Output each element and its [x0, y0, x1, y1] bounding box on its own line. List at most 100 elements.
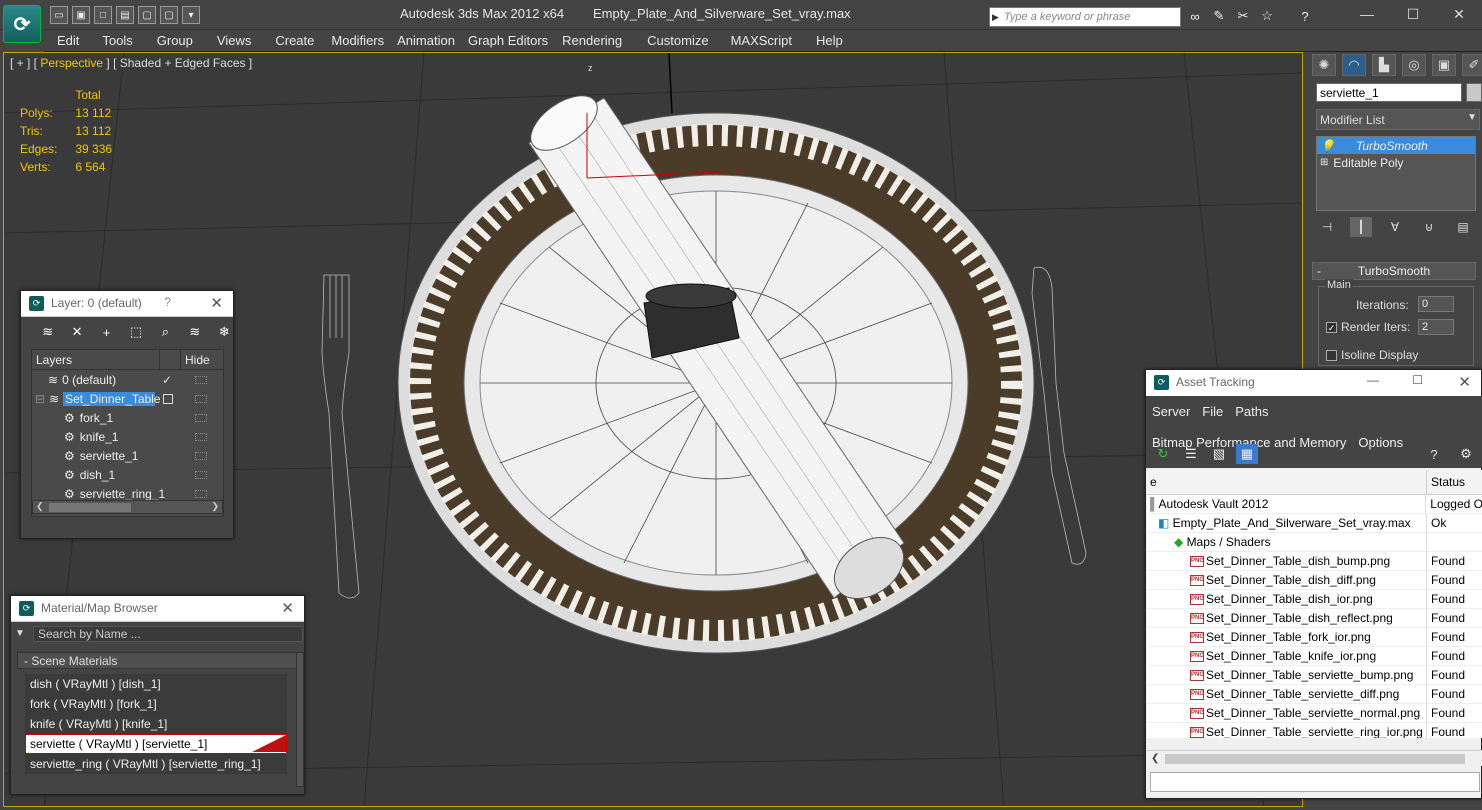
render-iters-spinner[interactable]: 2: [1418, 319, 1454, 335]
collapse-icon[interactable]: ⊟: [35, 392, 45, 406]
menu-maxscript[interactable]: MAXScript: [731, 30, 792, 51]
create-tab-icon[interactable]: ✺: [1312, 54, 1336, 76]
options-icon[interactable]: ⚙: [1455, 444, 1477, 464]
close-icon[interactable]: ✕: [210, 294, 223, 312]
viewport-shading-label[interactable]: [ Shaded + Edged Faces ]: [113, 56, 252, 70]
menu-paths[interactable]: Paths: [1235, 402, 1268, 421]
material-item[interactable]: dish ( VRayMtl ) [dish_1]: [25, 674, 287, 694]
asset-row[interactable]: PNG Set_Dinner_Table_serviette_normal.png…: [1147, 703, 1482, 723]
menu-tools[interactable]: Tools: [102, 30, 132, 51]
new-icon[interactable]: □: [94, 6, 112, 24]
asset-row[interactable]: PNG Set_Dinner_Table_dish_bump.png Found: [1147, 551, 1482, 571]
layer-dialog-titlebar[interactable]: ⟳ Layer: 0 (default) ? ✕: [21, 291, 233, 317]
hold-icon[interactable]: ▤: [116, 6, 134, 24]
vertical-scrollbar[interactable]: [296, 652, 304, 787]
layer-object-row[interactable]: ⚙ fork_1: [32, 408, 223, 427]
isoline-row[interactable]: Isoline Display: [1326, 348, 1418, 362]
open-icon[interactable]: ▭: [50, 6, 68, 24]
show-end-result-icon[interactable]: ┃: [1350, 217, 1372, 237]
fetch-icon[interactable]: ▢: [138, 6, 156, 24]
thumbnail-view-icon[interactable]: ▧: [1208, 444, 1230, 464]
material-search-input[interactable]: Search by Name ...: [33, 626, 303, 642]
viewport-label[interactable]: [ + ] [ Perspective ] [ Shaded + Edged F…: [10, 56, 252, 70]
layer-row[interactable]: ⊟ ≋ Set_Dinner_Table: [32, 389, 223, 408]
utilities-tab-icon[interactable]: ✐: [1462, 54, 1482, 76]
menu-rendering[interactable]: Rendering: [562, 30, 622, 51]
material-item-selected[interactable]: serviette ( VRayMtl ) [serviette_1]: [25, 734, 287, 754]
viewport-menu[interactable]: [ + ]: [10, 56, 30, 70]
menu-customize[interactable]: Customize: [647, 30, 708, 51]
motion-tab-icon[interactable]: ◎: [1402, 54, 1426, 76]
material-browser-titlebar[interactable]: ⟳ Material/Map Browser ✕: [11, 596, 304, 622]
column-status[interactable]: Status: [1427, 470, 1469, 494]
asset-row[interactable]: ▌Autodesk Vault 2012 Logged O: [1147, 494, 1482, 514]
layer-object-row[interactable]: ⚙ knife_1: [32, 427, 223, 446]
delete-layer-icon[interactable]: ✕: [68, 323, 85, 341]
hide-toggle[interactable]: [195, 470, 207, 479]
hide-all-icon[interactable]: ≋: [186, 323, 203, 341]
render-iters-row[interactable]: ✓ Render Iters:: [1326, 320, 1410, 334]
binoculars-icon[interactable]: ∞: [1186, 7, 1204, 25]
highlight-layer-icon[interactable]: ⌕: [157, 323, 174, 341]
asset-row[interactable]: PNG Set_Dinner_Table_dish_diff.png Found: [1147, 570, 1482, 590]
asset-row[interactable]: PNG Set_Dinner_Table_dish_reflect.png Foun…: [1147, 608, 1482, 628]
asset-row[interactable]: PNG Set_Dinner_Table_knife_ior.png Found: [1147, 646, 1482, 666]
minimize-icon[interactable]: —: [1367, 373, 1379, 387]
material-item[interactable]: serviette_ring ( VRayMtl ) [serviette_ri…: [25, 754, 287, 774]
display-tab-icon[interactable]: ▣: [1432, 54, 1456, 76]
configure-modifier-sets-icon[interactable]: ▤: [1452, 217, 1474, 237]
scene-materials-header[interactable]: - Scene Materials: [17, 652, 299, 669]
material-item[interactable]: fork ( VRayMtl ) [fork_1]: [25, 694, 287, 714]
hide-toggle[interactable]: [195, 489, 207, 498]
refresh-icon[interactable]: ↻: [1152, 444, 1174, 464]
minimize-icon[interactable]: —: [1344, 0, 1390, 28]
menu-animation[interactable]: Animation: [397, 30, 455, 51]
current-layer-box[interactable]: [163, 393, 173, 404]
asset-tracking-titlebar[interactable]: ⟳ Asset Tracking — ☐ ✕: [1146, 370, 1481, 396]
pin-stack-icon[interactable]: ⊣: [1316, 217, 1338, 237]
scrollbar-thumb[interactable]: [1165, 754, 1465, 764]
maximize-icon[interactable]: ☐: [1412, 373, 1423, 387]
asset-row[interactable]: PNG Set_Dinner_Table_dish_ior.png Found: [1147, 589, 1482, 609]
column-layers[interactable]: Layers: [32, 350, 160, 369]
hide-toggle[interactable]: [195, 432, 207, 441]
modifier-list-dropdown[interactable]: Modifier List ▼: [1316, 109, 1480, 130]
lightbulb-icon[interactable]: 💡: [1320, 139, 1335, 153]
menu-edit[interactable]: Edit: [57, 30, 79, 51]
menu-views[interactable]: Views: [217, 30, 251, 51]
scroll-right-icon[interactable]: ❯: [211, 501, 219, 512]
scroll-left-icon[interactable]: ❮: [36, 501, 44, 512]
freeze-all-icon[interactable]: ❄: [216, 323, 233, 341]
render-iters-checkbox[interactable]: ✓: [1326, 322, 1337, 334]
asset-path-field[interactable]: [1150, 772, 1480, 792]
stack-item-turbosmooth[interactable]: 💡 TurboSmooth: [1317, 137, 1475, 154]
close-icon[interactable]: ✕: [281, 599, 294, 617]
close-icon[interactable]: ✕: [1436, 0, 1482, 28]
make-unique-icon[interactable]: ∀: [1384, 217, 1406, 237]
table-view-icon[interactable]: ▦: [1236, 444, 1258, 464]
menu-create[interactable]: Create: [275, 30, 314, 51]
tools-icon[interactable]: ✎: [1210, 7, 1228, 25]
subscription-icon[interactable]: ✂: [1234, 7, 1252, 25]
dropdown-icon[interactable]: ▾: [182, 6, 200, 24]
object-name-field[interactable]: serviette_1: [1316, 83, 1462, 102]
menu-server[interactable]: Server: [1152, 402, 1190, 421]
horizontal-scrollbar[interactable]: ❮ ❯: [32, 500, 223, 514]
menu-group[interactable]: Group: [157, 30, 193, 51]
column-hide[interactable]: Hide: [180, 350, 214, 369]
remove-modifier-icon[interactable]: ⊍: [1418, 217, 1440, 237]
asset-row[interactable]: ◆ Maps / Shaders: [1147, 532, 1482, 552]
layer-object-row[interactable]: ⚙ serviette_1: [32, 446, 223, 465]
star-icon[interactable]: ☆: [1258, 7, 1276, 25]
asset-row[interactable]: PNG Set_Dinner_Table_serviette_bump.png Fo…: [1147, 665, 1482, 685]
horizontal-scrollbar[interactable]: ❮: [1147, 750, 1482, 766]
modify-tab-icon[interactable]: ◠: [1342, 54, 1366, 76]
menu-graph-editors[interactable]: Graph Editors: [468, 30, 548, 51]
layer-object-row[interactable]: ⚙ dish_1: [32, 465, 223, 484]
menu-help[interactable]: Help: [816, 30, 843, 51]
help-icon[interactable]: ?: [1423, 444, 1445, 464]
menu-modifiers[interactable]: Modifiers: [331, 30, 384, 51]
close-icon[interactable]: ✕: [1458, 373, 1471, 391]
hierarchy-tab-icon[interactable]: ▙: [1372, 54, 1396, 76]
create-layer-icon[interactable]: ≋: [39, 323, 56, 341]
